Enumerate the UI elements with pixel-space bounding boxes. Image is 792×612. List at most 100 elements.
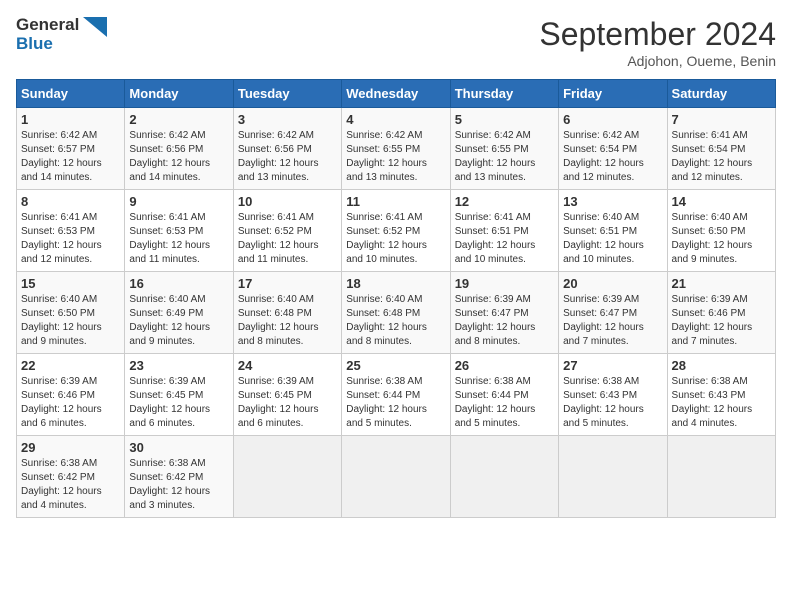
table-row (342, 436, 450, 518)
table-row: 22 Sunrise: 6:39 AM Sunset: 6:46 PM Dayl… (17, 354, 125, 436)
table-row: 10 Sunrise: 6:41 AM Sunset: 6:52 PM Dayl… (233, 190, 341, 272)
day-info: Sunrise: 6:40 AM Sunset: 6:49 PM Dayligh… (129, 293, 228, 349)
title-block: September 2024 Adjohon, Oueme, Benin (539, 16, 776, 69)
day-number: 25 (346, 358, 445, 373)
day-info: Sunrise: 6:42 AM Sunset: 6:56 PM Dayligh… (238, 129, 337, 185)
table-row: 6 Sunrise: 6:42 AM Sunset: 6:54 PM Dayli… (559, 108, 667, 190)
table-row: 28 Sunrise: 6:38 AM Sunset: 6:43 PM Dayl… (667, 354, 775, 436)
page-title: September 2024 (539, 16, 776, 53)
table-row: 27 Sunrise: 6:38 AM Sunset: 6:43 PM Dayl… (559, 354, 667, 436)
day-number: 7 (672, 112, 771, 127)
day-number: 16 (129, 276, 228, 291)
table-row: 2 Sunrise: 6:42 AM Sunset: 6:56 PM Dayli… (125, 108, 233, 190)
day-info: Sunrise: 6:42 AM Sunset: 6:55 PM Dayligh… (346, 129, 445, 185)
table-row: 1 Sunrise: 6:42 AM Sunset: 6:57 PM Dayli… (17, 108, 125, 190)
day-info: Sunrise: 6:38 AM Sunset: 6:42 PM Dayligh… (129, 457, 228, 513)
day-number: 26 (455, 358, 554, 373)
day-number: 21 (672, 276, 771, 291)
day-info: Sunrise: 6:41 AM Sunset: 6:53 PM Dayligh… (21, 211, 120, 267)
table-row: 24 Sunrise: 6:39 AM Sunset: 6:45 PM Dayl… (233, 354, 341, 436)
table-row: 21 Sunrise: 6:39 AM Sunset: 6:46 PM Dayl… (667, 272, 775, 354)
day-info: Sunrise: 6:38 AM Sunset: 6:44 PM Dayligh… (455, 375, 554, 431)
page-header: General Blue September 2024 Adjohon, Oue… (16, 16, 776, 69)
col-monday: Monday (125, 80, 233, 108)
day-info: Sunrise: 6:41 AM Sunset: 6:54 PM Dayligh… (672, 129, 771, 185)
day-info: Sunrise: 6:41 AM Sunset: 6:51 PM Dayligh… (455, 211, 554, 267)
table-row: 29 Sunrise: 6:38 AM Sunset: 6:42 PM Dayl… (17, 436, 125, 518)
table-row: 5 Sunrise: 6:42 AM Sunset: 6:55 PM Dayli… (450, 108, 558, 190)
table-row (667, 436, 775, 518)
logo: General Blue (16, 16, 107, 53)
day-info: Sunrise: 6:40 AM Sunset: 6:50 PM Dayligh… (672, 211, 771, 267)
day-info: Sunrise: 6:41 AM Sunset: 6:52 PM Dayligh… (238, 211, 337, 267)
day-info: Sunrise: 6:42 AM Sunset: 6:57 PM Dayligh… (21, 129, 120, 185)
day-number: 12 (455, 194, 554, 209)
table-row: 16 Sunrise: 6:40 AM Sunset: 6:49 PM Dayl… (125, 272, 233, 354)
logo-text: General Blue (16, 16, 79, 53)
col-friday: Friday (559, 80, 667, 108)
day-info: Sunrise: 6:39 AM Sunset: 6:46 PM Dayligh… (672, 293, 771, 349)
col-saturday: Saturday (667, 80, 775, 108)
table-row (450, 436, 558, 518)
table-row (559, 436, 667, 518)
day-number: 29 (21, 440, 120, 455)
day-number: 18 (346, 276, 445, 291)
table-row: 13 Sunrise: 6:40 AM Sunset: 6:51 PM Dayl… (559, 190, 667, 272)
day-info: Sunrise: 6:40 AM Sunset: 6:48 PM Dayligh… (238, 293, 337, 349)
day-info: Sunrise: 6:40 AM Sunset: 6:50 PM Dayligh… (21, 293, 120, 349)
day-info: Sunrise: 6:42 AM Sunset: 6:56 PM Dayligh… (129, 129, 228, 185)
table-row (233, 436, 341, 518)
day-info: Sunrise: 6:41 AM Sunset: 6:53 PM Dayligh… (129, 211, 228, 267)
day-info: Sunrise: 6:39 AM Sunset: 6:47 PM Dayligh… (455, 293, 554, 349)
table-row: 18 Sunrise: 6:40 AM Sunset: 6:48 PM Dayl… (342, 272, 450, 354)
day-number: 20 (563, 276, 662, 291)
table-row: 30 Sunrise: 6:38 AM Sunset: 6:42 PM Dayl… (125, 436, 233, 518)
day-number: 22 (21, 358, 120, 373)
day-number: 24 (238, 358, 337, 373)
day-number: 14 (672, 194, 771, 209)
table-row: 3 Sunrise: 6:42 AM Sunset: 6:56 PM Dayli… (233, 108, 341, 190)
day-info: Sunrise: 6:38 AM Sunset: 6:44 PM Dayligh… (346, 375, 445, 431)
table-row: 11 Sunrise: 6:41 AM Sunset: 6:52 PM Dayl… (342, 190, 450, 272)
day-number: 4 (346, 112, 445, 127)
day-number: 27 (563, 358, 662, 373)
calendar-header-row: Sunday Monday Tuesday Wednesday Thursday… (17, 80, 776, 108)
day-number: 3 (238, 112, 337, 127)
table-row: 9 Sunrise: 6:41 AM Sunset: 6:53 PM Dayli… (125, 190, 233, 272)
table-row: 7 Sunrise: 6:41 AM Sunset: 6:54 PM Dayli… (667, 108, 775, 190)
day-number: 2 (129, 112, 228, 127)
table-row: 23 Sunrise: 6:39 AM Sunset: 6:45 PM Dayl… (125, 354, 233, 436)
table-row: 15 Sunrise: 6:40 AM Sunset: 6:50 PM Dayl… (17, 272, 125, 354)
table-row: 12 Sunrise: 6:41 AM Sunset: 6:51 PM Dayl… (450, 190, 558, 272)
day-number: 19 (455, 276, 554, 291)
day-number: 30 (129, 440, 228, 455)
day-number: 13 (563, 194, 662, 209)
table-row: 8 Sunrise: 6:41 AM Sunset: 6:53 PM Dayli… (17, 190, 125, 272)
day-number: 6 (563, 112, 662, 127)
day-number: 15 (21, 276, 120, 291)
day-number: 23 (129, 358, 228, 373)
table-row: 14 Sunrise: 6:40 AM Sunset: 6:50 PM Dayl… (667, 190, 775, 272)
table-row: 25 Sunrise: 6:38 AM Sunset: 6:44 PM Dayl… (342, 354, 450, 436)
page-subtitle: Adjohon, Oueme, Benin (539, 53, 776, 69)
table-row: 17 Sunrise: 6:40 AM Sunset: 6:48 PM Dayl… (233, 272, 341, 354)
table-row: 4 Sunrise: 6:42 AM Sunset: 6:55 PM Dayli… (342, 108, 450, 190)
day-info: Sunrise: 6:39 AM Sunset: 6:45 PM Dayligh… (238, 375, 337, 431)
day-number: 9 (129, 194, 228, 209)
logo-arrow-icon (83, 17, 107, 53)
day-number: 10 (238, 194, 337, 209)
day-number: 17 (238, 276, 337, 291)
calendar-table: Sunday Monday Tuesday Wednesday Thursday… (16, 79, 776, 518)
day-info: Sunrise: 6:39 AM Sunset: 6:45 PM Dayligh… (129, 375, 228, 431)
day-info: Sunrise: 6:38 AM Sunset: 6:43 PM Dayligh… (672, 375, 771, 431)
table-row: 19 Sunrise: 6:39 AM Sunset: 6:47 PM Dayl… (450, 272, 558, 354)
day-number: 1 (21, 112, 120, 127)
day-info: Sunrise: 6:38 AM Sunset: 6:43 PM Dayligh… (563, 375, 662, 431)
day-info: Sunrise: 6:38 AM Sunset: 6:42 PM Dayligh… (21, 457, 120, 513)
table-row: 26 Sunrise: 6:38 AM Sunset: 6:44 PM Dayl… (450, 354, 558, 436)
table-row: 20 Sunrise: 6:39 AM Sunset: 6:47 PM Dayl… (559, 272, 667, 354)
day-info: Sunrise: 6:42 AM Sunset: 6:55 PM Dayligh… (455, 129, 554, 185)
day-info: Sunrise: 6:41 AM Sunset: 6:52 PM Dayligh… (346, 211, 445, 267)
col-sunday: Sunday (17, 80, 125, 108)
day-number: 5 (455, 112, 554, 127)
